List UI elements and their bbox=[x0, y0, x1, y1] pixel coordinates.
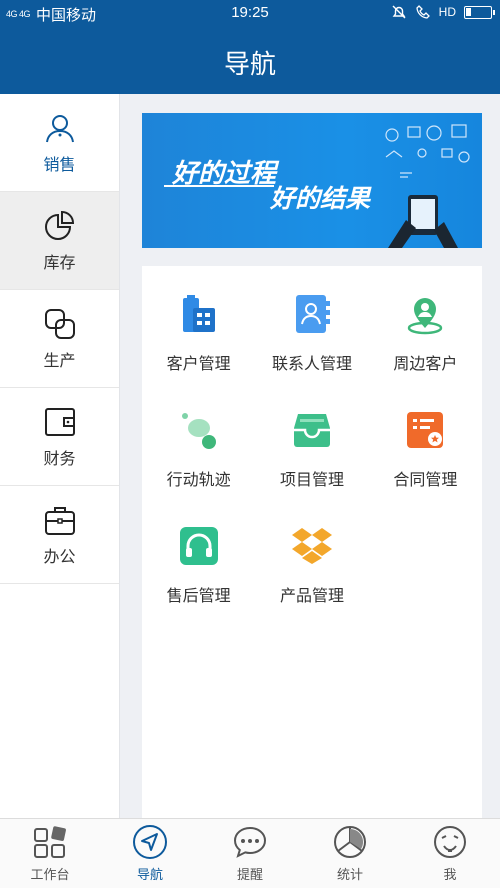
briefcase-icon bbox=[44, 506, 75, 535]
sidebar-item-label: 库存 bbox=[43, 254, 76, 272]
module-panel: 客户管理 联系人管理 周边客户 行动轨迹 项目管理 合同管理 售后管理 产品管理 bbox=[142, 266, 482, 818]
sidebar-item-label: 销售 bbox=[43, 156, 76, 174]
module-nearby-customers[interactable]: 周边客户 bbox=[369, 292, 482, 374]
module-product-management[interactable]: 产品管理 bbox=[255, 524, 368, 606]
user-icon bbox=[45, 114, 74, 142]
tablet-illustration bbox=[385, 124, 470, 248]
module-customer-management[interactable]: 客户管理 bbox=[142, 292, 255, 374]
sidebar-item-label: 办公 bbox=[43, 548, 76, 566]
module-contract-management[interactable]: 合同管理 bbox=[369, 408, 482, 490]
bottom-tab-bar: 工作台 导航 提醒 统计 我 bbox=[0, 818, 500, 888]
tab-label: 工作台 bbox=[30, 867, 70, 882]
wallet-icon bbox=[44, 407, 75, 436]
module-label: 行动轨迹 bbox=[166, 472, 231, 489]
sidebar-item-label: 生产 bbox=[43, 352, 76, 370]
building-icon bbox=[182, 295, 215, 332]
headset-icon bbox=[179, 527, 218, 565]
hd-label: HD bbox=[438, 5, 456, 19]
tab-label: 统计 bbox=[336, 867, 363, 882]
module-label: 客户管理 bbox=[166, 356, 231, 373]
location-pin-icon bbox=[408, 298, 443, 335]
module-label: 周边客户 bbox=[393, 356, 458, 373]
module-label: 售后管理 bbox=[166, 588, 231, 605]
stats-pie-icon bbox=[334, 826, 366, 858]
tab-me[interactable]: 我 bbox=[400, 819, 500, 888]
sidebar-item-sales[interactable]: 销售 bbox=[0, 94, 119, 192]
tab-workbench[interactable]: 工作台 bbox=[0, 819, 100, 888]
module-contacts-management[interactable]: 联系人管理 bbox=[255, 292, 368, 374]
sidebar-item-inventory[interactable]: 库存 bbox=[0, 192, 119, 290]
module-label: 联系人管理 bbox=[271, 356, 352, 373]
trail-dots-icon bbox=[181, 413, 216, 449]
tab-navigation[interactable]: 导航 bbox=[100, 819, 200, 888]
sidebar-item-label: 财务 bbox=[43, 450, 76, 468]
tab-label: 我 bbox=[443, 867, 457, 882]
chat-bubble-icon bbox=[233, 826, 267, 858]
tab-label: 导航 bbox=[136, 867, 163, 882]
module-label: 合同管理 bbox=[393, 472, 458, 489]
status-bar: 4G 4G 中国移动 19:25 HD bbox=[0, 0, 500, 28]
dropbox-box-icon bbox=[291, 528, 332, 564]
sidebar-item-office[interactable]: 办公 bbox=[0, 486, 119, 584]
banner-text-process: 好的过程 bbox=[172, 158, 277, 188]
contract-icon bbox=[407, 412, 444, 448]
sidebar-item-production[interactable]: 生产 bbox=[0, 290, 119, 388]
inbox-tray-icon bbox=[293, 414, 330, 447]
face-icon bbox=[434, 826, 466, 858]
pie-chart-icon bbox=[44, 210, 74, 240]
tab-statistics[interactable]: 统计 bbox=[300, 819, 400, 888]
module-label: 项目管理 bbox=[279, 472, 344, 489]
module-label: 产品管理 bbox=[279, 588, 344, 605]
overlap-squares-icon bbox=[44, 308, 75, 339]
battery-icon bbox=[464, 5, 495, 19]
bell-off-icon bbox=[392, 5, 406, 19]
module-after-sales-management[interactable]: 售后管理 bbox=[142, 524, 255, 606]
sidebar-item-finance[interactable]: 财务 bbox=[0, 388, 119, 486]
banner-text-result: 好的结果 bbox=[270, 185, 371, 213]
module-action-trail[interactable]: 行动轨迹 bbox=[142, 408, 255, 490]
contacts-book-icon bbox=[295, 295, 330, 333]
tab-reminders[interactable]: 提醒 bbox=[200, 819, 300, 888]
phone-hd-icon bbox=[415, 5, 430, 19]
promo-banner[interactable]: 好的过程 好的结果 bbox=[142, 113, 482, 248]
module-project-management[interactable]: 项目管理 bbox=[255, 408, 368, 490]
page-title: 导航 bbox=[223, 49, 276, 79]
app-header: 4G 4G 中国移动 19:25 HD 导航 bbox=[0, 0, 500, 94]
navigation-arrow-icon bbox=[133, 825, 167, 859]
tab-label: 提醒 bbox=[236, 867, 263, 882]
category-sidebar: 销售 库存 生产 财务 办公 bbox=[0, 94, 120, 818]
workbench-icon bbox=[34, 826, 66, 858]
